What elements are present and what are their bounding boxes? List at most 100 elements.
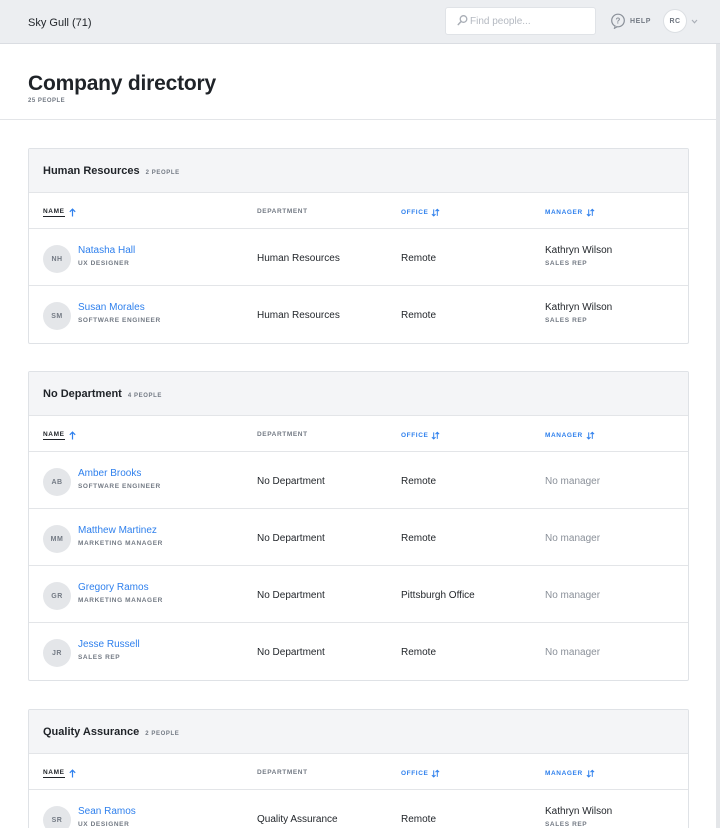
user-menu[interactable]: RC xyxy=(663,9,698,33)
manager-name: Kathryn Wilson xyxy=(545,245,613,256)
person-name-link[interactable]: Sean Ramos xyxy=(78,806,136,817)
top-bar: Sky Gull (71) ? HELP RC xyxy=(0,0,720,44)
person-title: SOFTWARE ENGINEER xyxy=(78,483,161,490)
group-header: No Department 4 PEOPLE xyxy=(29,372,688,416)
sort-arrows-icon xyxy=(586,208,595,217)
group-header: Quality Assurance 2 PEOPLE xyxy=(29,710,688,754)
table-row: MM Matthew Martinez MARKETING MANAGER No… xyxy=(29,509,688,566)
group-header: Human Resources 2 PEOPLE xyxy=(29,149,688,193)
person-name-link[interactable]: Natasha Hall xyxy=(78,245,135,256)
group-count: 4 PEOPLE xyxy=(127,393,162,399)
group-count: 2 PEOPLE xyxy=(145,731,180,737)
column-header-department[interactable]: DEPARTMENT xyxy=(257,208,308,215)
person-department: No Department xyxy=(257,533,325,544)
person-department: Human Resources xyxy=(257,253,340,264)
department-group: No Department 4 PEOPLE NAME DEPARTMENT OF… xyxy=(28,371,689,681)
people-search[interactable] xyxy=(445,7,596,35)
person-office: Pittsburgh Office xyxy=(401,590,475,601)
svg-text:?: ? xyxy=(616,16,621,25)
avatar: SM xyxy=(43,302,71,330)
people-count: 25 PEOPLE xyxy=(28,98,66,104)
person-office: Remote xyxy=(401,310,437,321)
table-row: GR Gregory Ramos MARKETING MANAGER No De… xyxy=(29,566,688,623)
help-button[interactable]: ? HELP xyxy=(610,11,651,31)
department-group: Quality Assurance 2 PEOPLE NAME DEPARTMEN… xyxy=(28,709,689,828)
person-name-link[interactable]: Jesse Russell xyxy=(78,639,140,650)
group-rows: SR Sean Ramos UX DESIGNER Quality Assura… xyxy=(29,790,688,828)
group-rows: AB Amber Brooks SOFTWARE ENGINEER No Dep… xyxy=(29,452,688,680)
avatar: AB xyxy=(43,468,71,496)
table-row: NH Natasha Hall UX DESIGNER Human Resour… xyxy=(29,229,688,286)
person-department: No Department xyxy=(257,647,325,658)
company-name[interactable]: Sky Gull (71) xyxy=(28,17,92,29)
person-title: UX DESIGNER xyxy=(78,821,130,828)
person-department: Human Resources xyxy=(257,310,340,321)
person-office: Remote xyxy=(401,814,437,825)
person-department: Quality Assurance xyxy=(257,814,338,825)
person-name-link[interactable]: Susan Morales xyxy=(78,302,145,313)
avatar: MM xyxy=(43,525,71,553)
person-name-link[interactable]: Gregory Ramos xyxy=(78,582,149,593)
column-header-office[interactable]: OFFICE xyxy=(401,431,440,440)
group-rows: NH Natasha Hall UX DESIGNER Human Resour… xyxy=(29,229,688,343)
person-office: Remote xyxy=(401,253,437,264)
table-row: SM Susan Morales SOFTWARE ENGINEER Human… xyxy=(29,286,688,343)
avatar: JR xyxy=(43,639,71,667)
group-name: No Department xyxy=(43,388,122,400)
person-title: SOFTWARE ENGINEER xyxy=(78,317,161,324)
sort-arrows-icon xyxy=(431,431,440,440)
avatar: NH xyxy=(43,245,71,273)
manager-title: SALES REP xyxy=(545,260,588,267)
group-name: Human Resources xyxy=(43,165,140,177)
column-header-name[interactable]: NAME xyxy=(43,208,77,217)
table-row: JR Jesse Russell SALES REP No Department… xyxy=(29,623,688,680)
column-header-name[interactable]: NAME xyxy=(43,769,77,778)
search-input[interactable] xyxy=(470,8,590,34)
person-office: Remote xyxy=(401,533,437,544)
manager-name: No manager xyxy=(545,533,601,544)
department-group: Human Resources 2 PEOPLE NAME DEPARTMENT … xyxy=(28,148,689,344)
manager-title: SALES REP xyxy=(545,317,588,324)
manager-name: No manager xyxy=(545,476,601,487)
column-header-department[interactable]: DEPARTMENT xyxy=(257,431,308,438)
manager-name: No manager xyxy=(545,590,601,601)
help-icon: ? xyxy=(611,13,625,29)
column-headers: NAME DEPARTMENT OFFICE MANAGER xyxy=(29,416,688,452)
chevron-down-icon xyxy=(691,19,698,24)
group-count: 2 PEOPLE xyxy=(145,170,180,176)
arrow-up-icon xyxy=(68,769,76,778)
search-icon xyxy=(457,15,468,26)
column-header-department[interactable]: DEPARTMENT xyxy=(257,769,308,776)
page-title: Company directory xyxy=(28,72,216,95)
person-department: No Department xyxy=(257,590,325,601)
column-header-name[interactable]: NAME xyxy=(43,431,77,440)
manager-name: No manager xyxy=(545,647,601,658)
column-headers: NAME DEPARTMENT OFFICE MANAGER xyxy=(29,754,688,790)
sort-arrows-icon xyxy=(586,431,595,440)
manager-title: SALES REP xyxy=(545,821,588,828)
sort-arrows-icon xyxy=(431,769,440,778)
column-header-office[interactable]: OFFICE xyxy=(401,208,440,217)
sort-arrows-icon xyxy=(431,208,440,217)
table-row: AB Amber Brooks SOFTWARE ENGINEER No Dep… xyxy=(29,452,688,509)
person-title: MARKETING MANAGER xyxy=(78,540,163,547)
person-office: Remote xyxy=(401,647,437,658)
person-office: Remote xyxy=(401,476,437,487)
column-header-manager[interactable]: MANAGER xyxy=(545,208,595,217)
column-header-office[interactable]: OFFICE xyxy=(401,769,440,778)
column-headers: NAME DEPARTMENT OFFICE MANAGER xyxy=(29,193,688,229)
person-name-link[interactable]: Amber Brooks xyxy=(78,468,141,479)
table-row: SR Sean Ramos UX DESIGNER Quality Assura… xyxy=(29,790,688,828)
avatar[interactable]: RC xyxy=(663,9,687,33)
scrollbar[interactable] xyxy=(716,44,720,828)
arrow-up-icon xyxy=(68,208,76,217)
page-header: Company directory 25 PEOPLE xyxy=(0,44,716,120)
help-label: HELP xyxy=(630,17,652,25)
column-header-manager[interactable]: MANAGER xyxy=(545,431,595,440)
person-title: MARKETING MANAGER xyxy=(78,597,163,604)
arrow-up-icon xyxy=(68,431,76,440)
person-name-link[interactable]: Matthew Martinez xyxy=(78,525,157,536)
avatar: SR xyxy=(43,806,71,828)
column-header-manager[interactable]: MANAGER xyxy=(545,769,595,778)
group-name: Quality Assurance xyxy=(43,726,140,738)
